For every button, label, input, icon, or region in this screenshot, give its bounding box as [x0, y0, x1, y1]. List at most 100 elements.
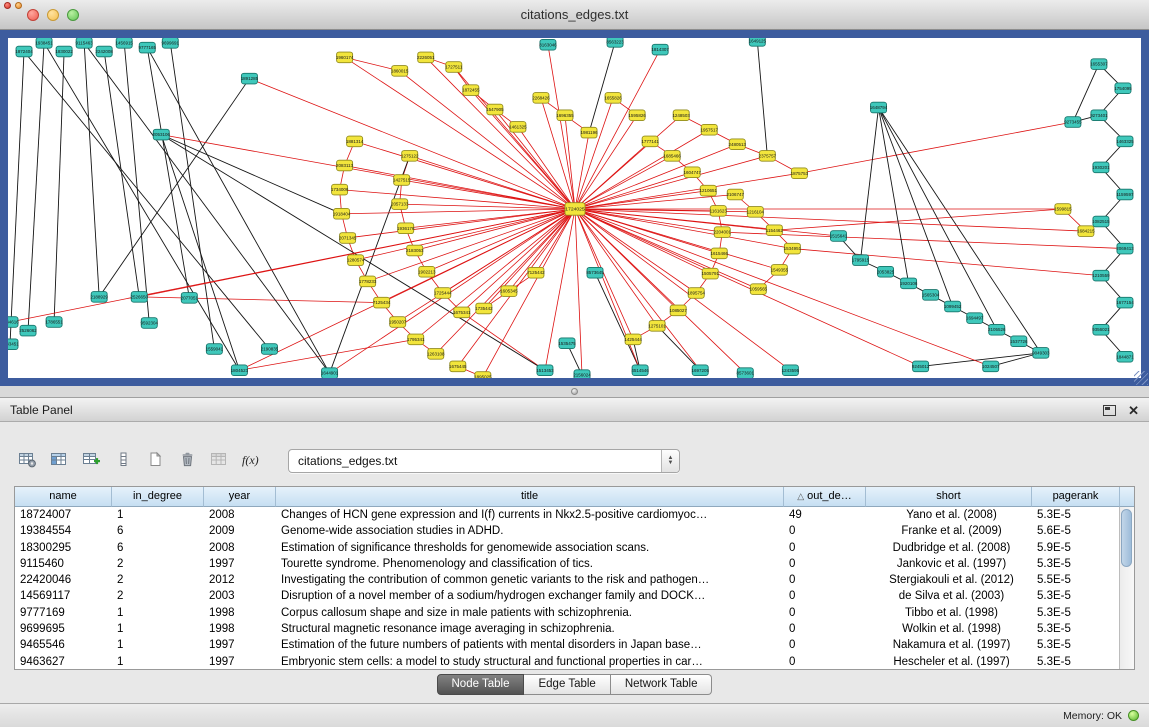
graph-node[interactable]: 1895025 [474, 372, 492, 378]
graph-node[interactable]: 1210651 [700, 185, 718, 196]
graph-node[interactable]: 1697205 [691, 365, 709, 376]
splitter-handle[interactable] [571, 388, 578, 395]
graph-node[interactable]: 1777141 [641, 136, 659, 147]
graph-node[interactable]: 1684215 [1077, 226, 1095, 237]
graph-node[interactable]: 1161623 [710, 206, 728, 217]
graph-node[interactable]: 1216104 [747, 207, 765, 218]
graph-node[interactable]: 2083113 [336, 160, 354, 171]
column-header-pagerank[interactable]: pagerank [1032, 487, 1120, 507]
graph-node[interactable]: 1549355 [771, 265, 789, 276]
row-tools-button[interactable] [110, 448, 137, 474]
graph-hub-node[interactable]: 1724025 [565, 203, 585, 216]
graph-node[interactable]: 1727511 [445, 62, 463, 73]
graph-node[interactable]: 9699691 [162, 38, 180, 48]
graph-node[interactable]: 9273455 [1064, 117, 1082, 128]
app-close-button[interactable] [4, 2, 11, 9]
graph-node[interactable]: 1872404 [15, 46, 33, 57]
graph-node[interactable]: 1275122 [401, 151, 419, 162]
graph-node[interactable]: 1677154 [1116, 297, 1134, 308]
graph-node[interactable]: 1280574 [347, 255, 365, 266]
graph-node[interactable]: 8163046 [539, 39, 557, 50]
graph-node[interactable]: 2480513 [729, 139, 747, 150]
graph-node[interactable]: 1655826 [604, 93, 622, 104]
graph-node[interactable]: 2242008 [95, 46, 113, 57]
graph-node[interactable]: 1059565 [750, 284, 768, 295]
graph-node[interactable]: 4514546 [631, 365, 649, 376]
graph-node[interactable]: 2526062 [19, 325, 37, 336]
graph-node[interactable]: 1696355 [556, 110, 574, 121]
app-minimize-button[interactable] [15, 2, 22, 9]
graph-node[interactable]: 9115463 [76, 38, 94, 48]
graph-node[interactable]: 2375757 [759, 151, 777, 162]
graph-node[interactable]: 1884616 [8, 317, 19, 328]
column-header-short[interactable]: short [866, 487, 1032, 507]
close-panel-icon[interactable]: ✕ [1128, 404, 1139, 417]
graph-node[interactable]: 2077051 [181, 293, 199, 304]
graph-node[interactable]: 1263108 [427, 349, 445, 360]
new-column-button[interactable] [142, 448, 169, 474]
graph-node[interactable]: 1505791 [702, 268, 720, 279]
graph-node[interactable]: 1891285 [241, 73, 259, 84]
table-mode-button[interactable] [14, 448, 41, 474]
table-selector[interactable]: citations_edges.txt ▲▼ [288, 449, 680, 473]
graph-node[interactable]: 1844871 [1116, 351, 1134, 362]
graph-node[interactable]: 2105526 [988, 324, 1006, 335]
graph-node[interactable]: 1535475 [558, 338, 576, 349]
graph-node[interactable]: 1655307 [1090, 59, 1108, 70]
table-row[interactable]: 1830029562008Estimation of significance … [15, 540, 1134, 556]
graph-node[interactable]: 9049303 [1032, 348, 1050, 359]
graph-node[interactable]: 1534951 [784, 243, 802, 254]
graph-node[interactable]: 1895754 [687, 288, 705, 299]
graph-node[interactable]: 1275101 [648, 321, 666, 332]
graph-node[interactable]: 2204001 [714, 227, 732, 238]
graph-node[interactable]: 1463325 [1116, 136, 1134, 147]
table-row[interactable]: 977716911998Corpus callosum shape and si… [15, 605, 1134, 621]
graph-node[interactable]: 1099452 [944, 301, 962, 312]
column-header-name[interactable]: name [15, 487, 112, 507]
graph-node[interactable]: 1547905 [486, 104, 504, 115]
network-graph[interactable]: 1872404193845118300229115463224200814569… [8, 38, 1141, 378]
graph-node[interactable]: 1920106 [900, 278, 918, 289]
tab-edge-table[interactable]: Edge Table [524, 674, 610, 695]
tab-network-table[interactable]: Network Table [611, 674, 713, 695]
graph-node[interactable]: 1154462 [766, 225, 784, 236]
table-row[interactable]: 946554611997Estimation of the future num… [15, 637, 1134, 653]
combo-stepper-icon[interactable]: ▲▼ [661, 450, 679, 472]
graph-node[interactable]: 1243595 [782, 365, 800, 376]
graph-node[interactable]: 1960174 [336, 52, 354, 63]
graph-node[interactable]: 1735442 [475, 303, 493, 314]
graph-node[interactable]: 1024507 [982, 361, 1000, 372]
graph-node[interactable]: 2069413 [1116, 243, 1134, 254]
graph-node[interactable]: 1830022 [55, 46, 73, 57]
graph-node[interactable]: 2106747 [727, 189, 745, 200]
graph-node[interactable]: 1615466 [711, 248, 729, 259]
graph-node[interactable]: 1754095 [1114, 83, 1132, 94]
graph-node[interactable]: 1425444 [624, 334, 642, 345]
graph-node[interactable]: 1559041 [206, 344, 224, 355]
graph-node[interactable]: 2188929 [90, 292, 108, 303]
graph-node[interactable]: 1918404 [333, 208, 351, 219]
graph-node[interactable]: 1565304 [922, 290, 940, 301]
column-header-in_degree[interactable]: in_degree [112, 487, 204, 507]
graph-node[interactable]: 1936176 [397, 223, 415, 234]
table-row[interactable]: 946362711997Embryonic stem cells: a mode… [15, 654, 1134, 669]
graph-node[interactable]: 2190835 [261, 344, 279, 355]
graph-node[interactable]: 1778233 [359, 276, 377, 287]
graph-node[interactable]: 1938451 [35, 38, 53, 48]
graph-node[interactable]: 2526650 [130, 292, 148, 303]
column-header-out_degree[interactable]: △out_de… [784, 487, 866, 507]
table-row[interactable]: 1938455462009Genome-wide association stu… [15, 523, 1134, 539]
graph-node[interactable]: 1872455 [462, 85, 480, 96]
graph-node[interactable]: 1082515 [1092, 216, 1110, 227]
graph-node[interactable]: 9245012 [912, 361, 930, 372]
show-columns-button[interactable] [46, 448, 73, 474]
graph-node[interactable]: 1734006 [331, 184, 349, 195]
graph-node[interactable]: 1814307 [651, 44, 669, 55]
graph-node[interactable]: 1644901 [321, 368, 339, 378]
zoom-button[interactable] [67, 9, 79, 21]
graph-node[interactable]: 1804523 [231, 365, 249, 376]
table-scrollbar[interactable] [1119, 507, 1134, 669]
graph-node[interactable]: 1085027 [669, 305, 687, 316]
graph-node[interactable]: 1725444 [434, 288, 452, 299]
column-header-title[interactable]: title [276, 487, 784, 507]
